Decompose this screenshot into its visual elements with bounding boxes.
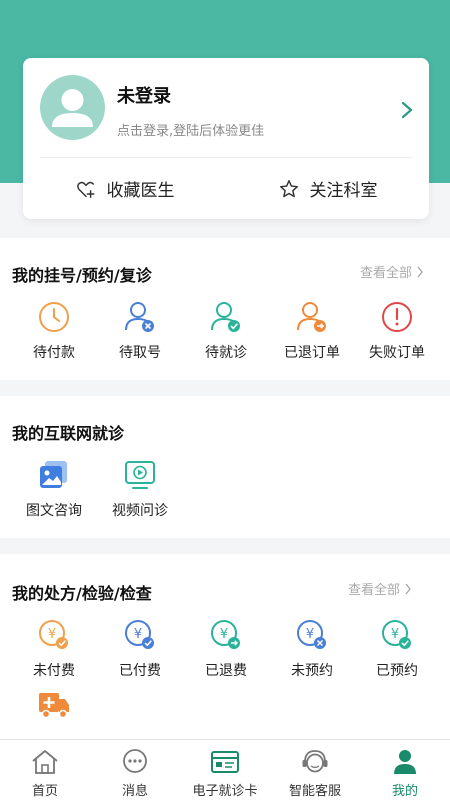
registration-section: 我的挂号/预约/复诊 查看全部 待付款 待取号 待就诊 已退订单 失败订单 xyxy=(0,238,450,380)
refunded-label: 已退费 xyxy=(205,663,247,679)
unpaid-button[interactable]: ¥ 未付费 xyxy=(11,618,97,680)
refunded-button[interactable]: ¥ 已退费 xyxy=(183,618,269,680)
image-consult-button[interactable]: 图文咨询 xyxy=(11,458,97,520)
refunded-orders-button[interactable]: 已退订单 xyxy=(269,300,355,362)
svg-text:¥: ¥ xyxy=(220,627,228,642)
online-consult-title: 我的互联网就诊 xyxy=(12,424,125,443)
pending-payment-button[interactable]: 待付款 xyxy=(11,300,97,362)
follow-departments-button[interactable]: 关注科室 xyxy=(226,158,429,219)
tab-messages-label: 消息 xyxy=(121,784,148,799)
avatar[interactable] xyxy=(40,75,105,140)
favorite-doctors-button[interactable]: 收藏医生 xyxy=(23,158,226,219)
svg-text:¥: ¥ xyxy=(391,627,399,642)
favorite-doctors-label: 收藏医生 xyxy=(106,181,175,201)
medical-delivery-button[interactable] xyxy=(11,688,97,722)
yuan-refund-icon: ¥ xyxy=(211,620,240,649)
user-check-icon xyxy=(211,302,240,332)
tab-service[interactable]: 智能客服 xyxy=(270,740,360,800)
svg-text:¥: ¥ xyxy=(134,627,142,642)
prescription-title: 我的处方/检验/检查 xyxy=(12,584,152,603)
booked-label: 已预约 xyxy=(376,663,418,679)
login-card[interactable]: 未登录 点击登录,登陆后体验更佳 收藏医生 关注科室 xyxy=(23,58,429,219)
pending-payment-label: 待付款 xyxy=(33,345,75,361)
chevron-right-icon xyxy=(405,583,411,594)
prescription-view-all[interactable]: 查看全部 xyxy=(348,579,412,598)
login-title[interactable]: 未登录 xyxy=(117,82,171,108)
user-placeholder-icon xyxy=(52,89,93,127)
pending-visit-label: 待就诊 xyxy=(205,345,247,361)
booked-button[interactable]: ¥ 已预约 xyxy=(354,618,440,680)
pending-ticket-button[interactable]: 待取号 xyxy=(97,300,183,362)
follow-departments-label: 关注科室 xyxy=(309,181,378,201)
view-all-label: 查看全部 xyxy=(360,266,413,281)
tab-home[interactable]: 首页 xyxy=(0,740,90,800)
message-icon xyxy=(123,749,147,773)
video-consult-button[interactable]: 视频问诊 xyxy=(97,458,183,520)
unbooked-label: 未预约 xyxy=(291,663,333,679)
yuan-paid-icon: ¥ xyxy=(125,620,154,649)
medical-truck-icon xyxy=(39,693,69,719)
pending-visit-button[interactable]: 待就诊 xyxy=(183,300,269,362)
user-return-icon xyxy=(297,302,326,332)
failed-orders-button[interactable]: 失败订单 xyxy=(354,300,440,362)
yuan-pending-icon: ¥ xyxy=(39,620,68,649)
image-consult-icon xyxy=(40,461,67,488)
service-icon xyxy=(302,750,328,773)
prescription-section: 我的处方/检验/检查 查看全部 ¥ 未付费 ¥ 已付费 ¥ 已退费 ¥ 未预约 … xyxy=(0,554,450,739)
tab-ecard[interactable]: 电子就诊卡 xyxy=(180,740,270,800)
online-consult-section: 我的互联网就诊 图文咨询 视频问诊 xyxy=(0,396,450,538)
yuan-booked-icon: ¥ xyxy=(382,620,411,649)
chevron-right-icon[interactable] xyxy=(399,100,415,120)
video-consult-icon xyxy=(125,461,155,489)
tab-profile[interactable]: 我的 xyxy=(360,740,450,800)
tab-ecard-label: 电子就诊卡 xyxy=(192,784,258,799)
view-all-label: 查看全部 xyxy=(348,583,401,598)
yuan-unbooked-icon: ¥ xyxy=(297,620,326,649)
chevron-right-icon xyxy=(417,266,423,277)
clock-icon xyxy=(39,302,69,332)
unbooked-button[interactable]: ¥ 未预约 xyxy=(269,618,355,680)
tab-home-label: 首页 xyxy=(31,784,58,799)
user-cancel-icon xyxy=(125,302,154,332)
video-consult-label: 视频问诊 xyxy=(112,503,168,519)
card-icon xyxy=(211,751,239,773)
pending-ticket-label: 待取号 xyxy=(119,345,161,361)
alert-circle-icon xyxy=(382,302,412,332)
bottom-tab-bar: 首页 消息 电子就诊卡 智能客服 我的 xyxy=(0,739,450,800)
profile-icon xyxy=(394,750,416,774)
star-outline-icon xyxy=(279,179,298,197)
tab-service-label: 智能客服 xyxy=(288,784,341,799)
home-icon xyxy=(32,750,58,774)
image-consult-label: 图文咨询 xyxy=(26,503,82,519)
registration-view-all[interactable]: 查看全部 xyxy=(360,262,424,281)
login-subtitle: 点击登录,登陆后体验更佳 xyxy=(117,124,265,139)
paid-button[interactable]: ¥ 已付费 xyxy=(97,618,183,680)
failed-orders-label: 失败订单 xyxy=(369,345,425,361)
refunded-orders-label: 已退订单 xyxy=(284,345,340,361)
svg-text:¥: ¥ xyxy=(48,627,56,642)
registration-title: 我的挂号/预约/复诊 xyxy=(12,266,152,285)
tab-profile-label: 我的 xyxy=(391,784,418,799)
svg-text:¥: ¥ xyxy=(306,627,314,642)
tab-messages[interactable]: 消息 xyxy=(90,740,180,800)
paid-label: 已付费 xyxy=(119,663,161,679)
unpaid-label: 未付费 xyxy=(33,663,75,679)
heart-plus-icon xyxy=(76,181,95,198)
